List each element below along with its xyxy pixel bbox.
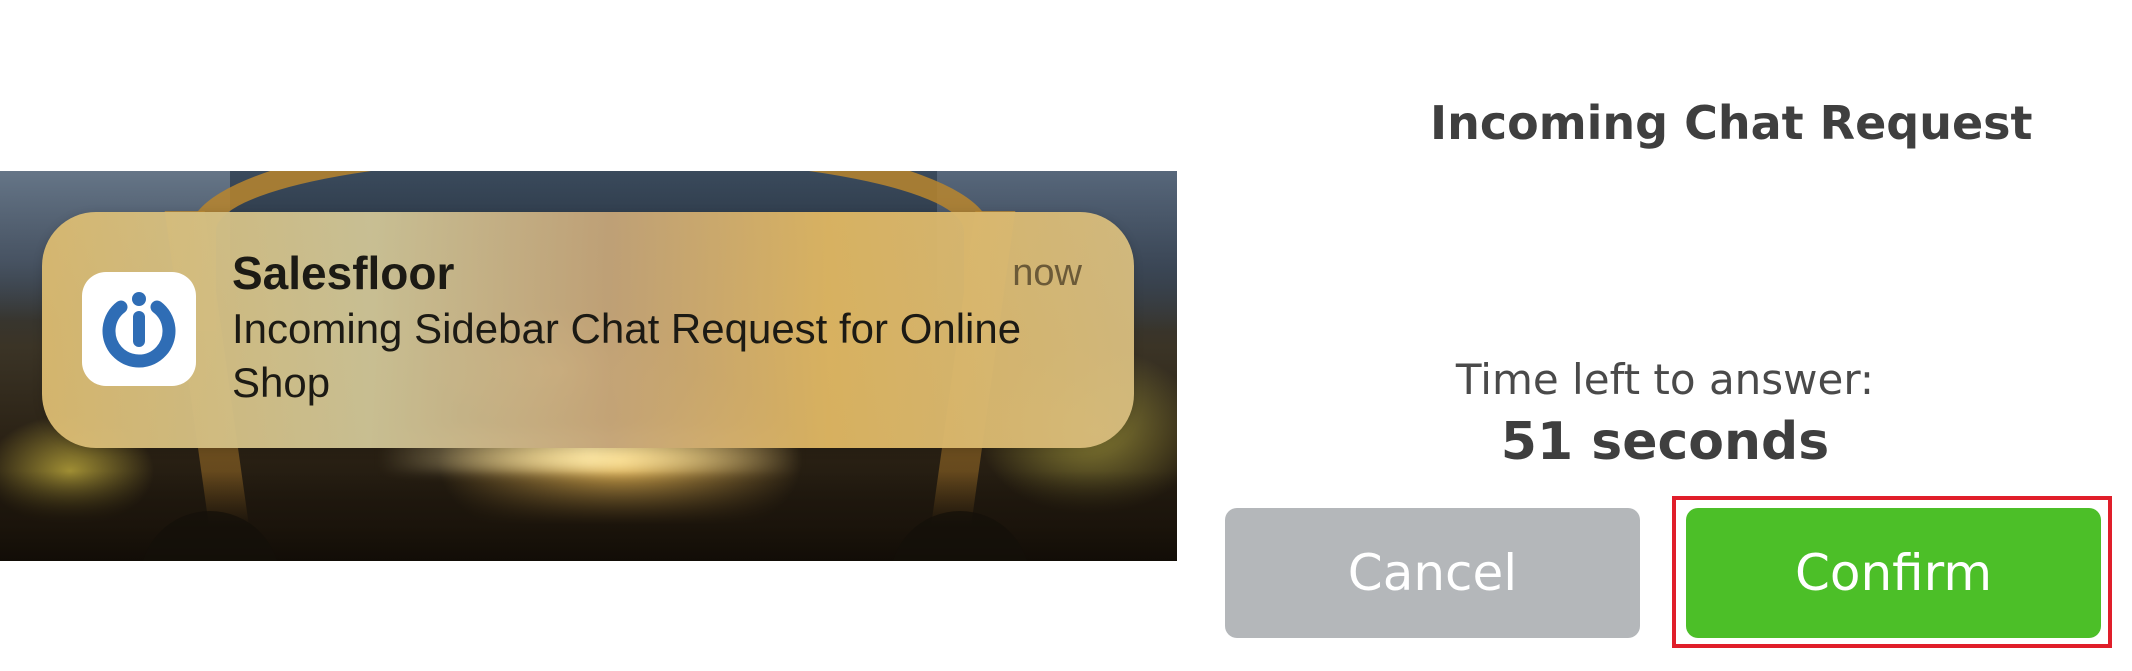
notification-app-name: Salesfloor: [232, 247, 455, 299]
dialog-title: Incoming Chat Request: [1430, 96, 2033, 150]
salesfloor-power-icon: [82, 272, 196, 386]
confirm-button[interactable]: Confirm: [1686, 508, 2101, 638]
notification-body: Incoming Sidebar Chat Request for Online…: [232, 305, 1022, 406]
notification-time: now: [1012, 252, 1082, 294]
time-left-value: 51 seconds: [1500, 412, 1830, 472]
power-icon-glyph: [102, 292, 176, 368]
time-left-label: Time left to answer:: [1455, 355, 1875, 404]
cancel-button[interactable]: Cancel: [1225, 508, 1640, 638]
push-notification[interactable]: Salesfloor now Incoming Sidebar Chat Req…: [42, 212, 1134, 448]
